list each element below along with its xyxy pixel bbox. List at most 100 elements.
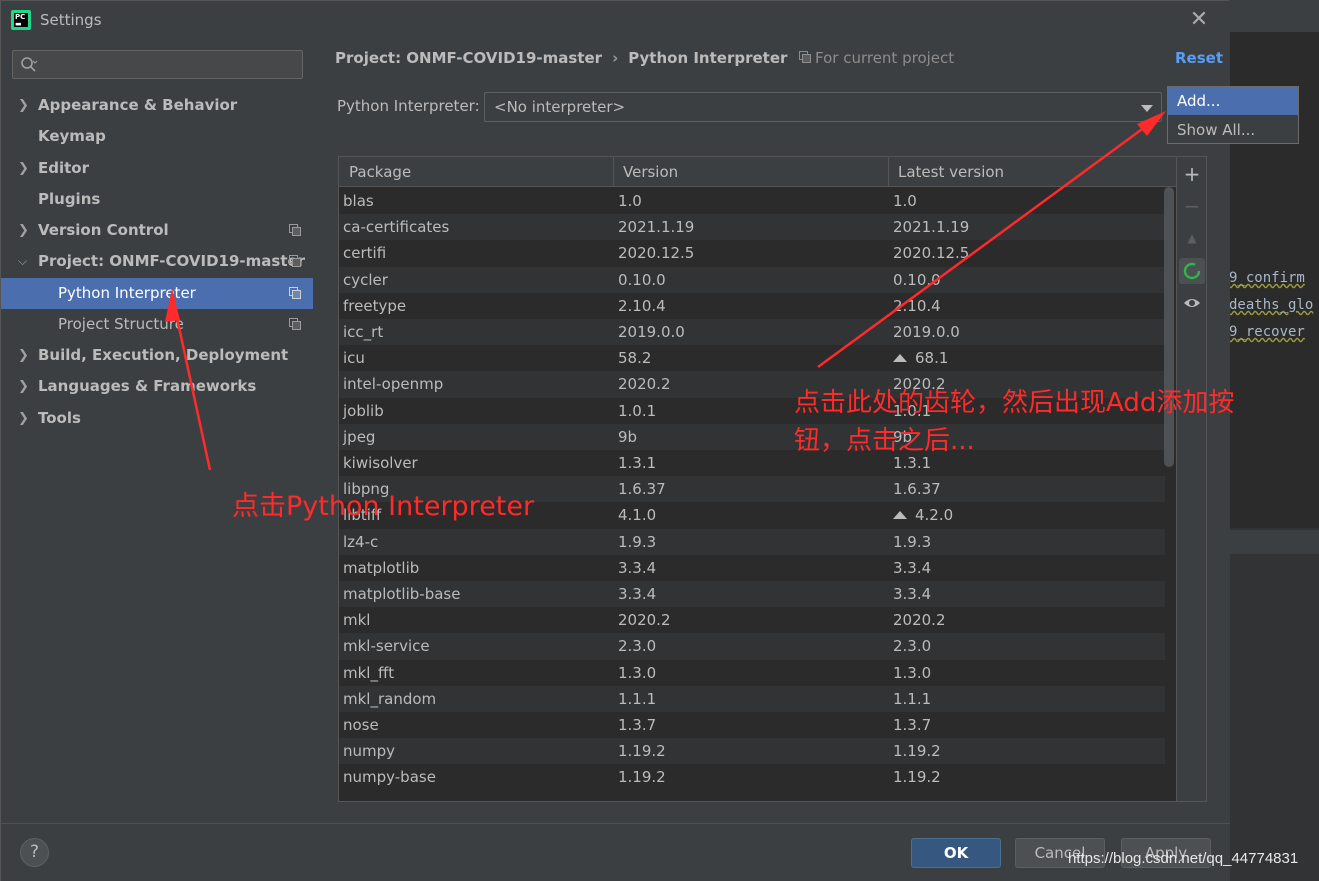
table-row[interactable]: mkl_fft 1.3.0 1.3.0 [339,660,1165,686]
column-header-package[interactable]: Package [349,163,411,181]
ok-button[interactable]: OK [911,838,1001,868]
sidebar-item-languages-frameworks[interactable]: ❯ Languages & Frameworks [1,371,313,402]
help-button[interactable]: ? [20,838,49,867]
table-row[interactable]: certifi 2020.12.5 2020.12.5 [339,240,1165,266]
dialog-footer: ? OK Cancel Apply [1,823,1230,881]
table-row[interactable]: mkl 2020.2 2020.2 [339,607,1165,633]
cell-package: numpy [343,742,396,761]
cell-version: 4.1.0 [618,506,657,525]
table-row[interactable]: icu 58.2 68.1 [339,345,1165,371]
cell-latest-version: 1.3.0 [893,660,931,686]
column-divider[interactable] [888,157,889,187]
table-row[interactable]: jpeg 9b 9b [339,423,1165,450]
sidebar-item-tools[interactable]: ❯ Tools [1,403,313,434]
cell-version: 1.1.1 [618,689,657,708]
sidebar-item-build-execution-deployment[interactable]: ❯ Build, Execution, Deployment [1,340,313,371]
table-scrollbar[interactable] [1164,187,1174,467]
cell-version: 1.3.1 [618,454,657,472]
cell-latest-version: 2.10.4 [893,293,941,319]
table-row[interactable]: lz4-c 1.9.3 1.9.3 [339,528,1165,555]
breadcrumb: Project: ONMF-COVID19-master › Python Inte… [335,49,787,67]
sidebar-item-project-structure[interactable]: Project Structure [1,309,313,340]
sidebar-item-label: Keymap [38,127,106,145]
cell-version: 1.6.37 [618,480,666,499]
code-line: 9_confirm [1229,270,1305,286]
cell-version: 2020.2 [618,611,671,630]
sidebar-item-plugins[interactable]: Plugins [1,184,313,215]
eye-icon [1184,299,1200,307]
chevron-right-icon[interactable]: ❯ [18,90,32,121]
pycharm-logo-icon: PC ▬ [11,10,31,30]
packages-toolbar: + − ▲ [1177,156,1207,802]
sidebar-item-appearance-behavior[interactable]: ❯ Appearance & Behavior [1,90,313,121]
cell-version: 3.3.4 [618,585,657,603]
column-header-latest-version[interactable]: Latest version [898,163,1004,181]
sidebar-item-label: Project: ONMF-COVID19-master [38,252,306,270]
cell-version: 2019.0.0 [618,323,685,341]
sidebar-item-keymap[interactable]: Keymap [1,121,313,152]
search-icon [21,57,38,72]
cell-latest-version-text: 2.10.4 [893,296,941,315]
popup-item-show-all[interactable]: Show All... [1168,116,1298,144]
sidebar-item-project[interactable]: ⌵ Project: ONMF-COVID19-master [1,246,313,277]
sidebar-item-label: Project Structure [58,315,184,333]
close-icon[interactable]: ✕ [1187,8,1211,32]
chevron-right-icon[interactable]: ❯ [18,403,32,434]
cell-latest-version: 2020.2 [893,607,946,633]
sidebar-item-version-control[interactable]: ❯ Version Control [1,215,313,246]
cell-latest-version: 1.0 [893,188,917,214]
sidebar-item-label: Version Control [38,221,169,239]
table-row[interactable]: nose 1.3.7 1.3.7 [339,712,1165,738]
column-divider[interactable] [613,157,614,187]
cell-latest-version: 0.10.0 [893,267,941,293]
show-early-releases-button[interactable] [1179,290,1205,316]
table-row[interactable]: numpy-base 1.19.2 1.19.2 [339,764,1165,790]
remove-package-button[interactable]: − [1179,193,1205,219]
cell-latest-version: 1.19.2 [893,764,941,790]
upgrade-available-icon [893,354,907,363]
search-input[interactable] [43,54,293,76]
sidebar-item-python-interpreter[interactable]: Python Interpreter [1,278,313,309]
interpreter-dropdown[interactable]: <No interpreter> [484,92,1162,122]
project-scope-icon [799,51,811,63]
cell-package: cycler [343,270,388,289]
table-row[interactable]: numpy 1.19.2 1.19.2 [339,738,1165,765]
cell-latest-version-text: 4.2.0 [915,506,954,525]
table-row[interactable]: matplotlib 3.3.4 3.3.4 [339,555,1165,581]
interpreter-label: Python Interpreter: [337,97,480,115]
chevron-down-icon[interactable]: ⌵ [18,246,32,277]
cell-latest-version: 1.6.37 [893,476,941,502]
cell-latest-version: 1.1.1 [893,686,931,712]
cell-version: 0.10.0 [618,270,666,289]
cell-latest-version: 4.2.0 [893,502,953,528]
chevron-right-icon[interactable]: ❯ [18,153,32,184]
refresh-spinner-icon[interactable] [1179,258,1205,284]
reset-link[interactable]: Reset [1175,49,1223,67]
chevron-right-icon[interactable]: ❯ [18,371,32,402]
upgrade-package-button[interactable]: ▲ [1179,225,1205,251]
popup-item-add[interactable]: Add... [1168,87,1298,115]
table-row[interactable]: mkl-service 2.3.0 2.3.0 [339,633,1165,660]
cell-package: mkl-service [343,637,430,656]
table-row[interactable]: ca-certificates 2021.1.19 2021.1.19 [339,214,1165,241]
chevron-right-icon[interactable]: ❯ [18,340,32,371]
table-row[interactable]: icc_rt 2019.0.0 2019.0.0 [339,319,1165,346]
cell-latest-version-text: 0.10.0 [893,270,941,289]
add-package-button[interactable]: + [1179,161,1205,187]
search-box[interactable] [12,50,303,79]
loading-spinner-icon [1183,262,1201,280]
table-row[interactable]: cycler 0.10.0 0.10.0 [339,266,1165,293]
table-row[interactable]: kiwisolver 1.3.1 1.3.1 [339,450,1165,476]
table-row[interactable]: matplotlib-base 3.3.4 3.3.4 [339,581,1165,608]
cell-package: jpeg [343,427,376,446]
table-row[interactable]: blas 1.0 1.0 [339,188,1165,214]
column-header-version[interactable]: Version [623,163,678,181]
cell-latest-version-text: 1.0 [893,192,917,210]
table-row[interactable]: freetype 2.10.4 2.10.4 [339,293,1165,319]
cell-latest-version-text: 2019.0.0 [893,323,960,341]
chevron-right-icon[interactable]: ❯ [18,215,32,246]
cell-latest-version-text: 1.9.3 [893,532,932,551]
editor-tab-bar [1229,0,1319,32]
sidebar-item-editor[interactable]: ❯ Editor [1,153,313,184]
table-row[interactable]: mkl_random 1.1.1 1.1.1 [339,685,1165,712]
